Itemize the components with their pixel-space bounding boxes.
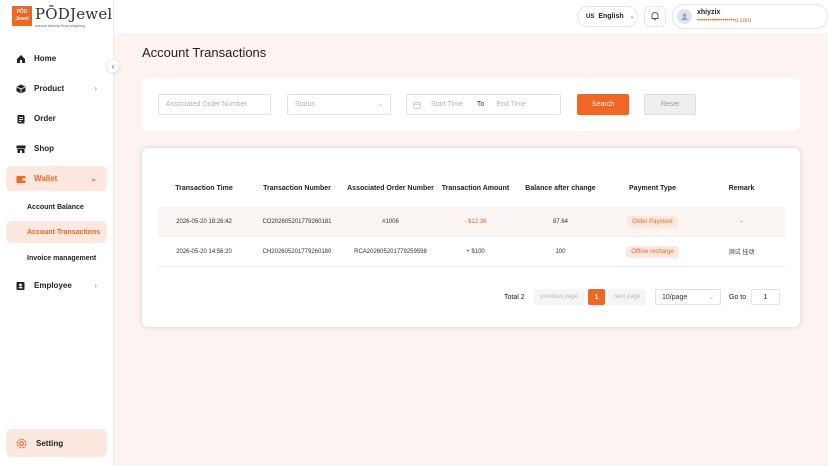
table-row[interactable]: 2026-05-20 14:56:20 CH202605201779260180… — [158, 237, 785, 267]
select-placeholder: Status — [295, 101, 315, 108]
cell-balance: 87.64 — [552, 218, 568, 225]
column-header: Balance after change — [525, 185, 596, 192]
filter-panel: Associated Order Number Status ⌄ Start T… — [142, 78, 800, 131]
date-range-picker[interactable]: Start Time To End Time — [406, 94, 561, 115]
pagination-total: Total 2 — [504, 293, 525, 301]
order-number-input[interactable]: Associated Order Number — [158, 94, 271, 115]
sidebar-item-label: Shop — [34, 144, 54, 153]
status-select[interactable]: Status ⌄ — [287, 94, 391, 115]
top-header: US English ⌄ xhiyzix ••••••••••••••••••o… — [114, 0, 828, 33]
column-header: Transaction Time — [175, 185, 233, 192]
shop-icon — [16, 144, 26, 154]
clipboard-icon — [16, 114, 26, 124]
language-label: English — [598, 13, 624, 20]
sidebar-item-setting[interactable]: Setting — [6, 429, 107, 457]
chevron-left-icon: ‹ — [111, 61, 115, 71]
collapse-sidebar-button[interactable]: ‹ — [106, 59, 120, 73]
sidebar-item-shop[interactable]: Shop — [6, 136, 107, 161]
sidebar-item-wallet[interactable]: Wallet ⌄ — [6, 166, 107, 191]
cell-amount: + $100 — [466, 248, 485, 255]
cell-amount: - $12.36 — [464, 218, 487, 225]
column-header: Payment Type — [629, 185, 676, 192]
user-menu[interactable]: xhiyzix ••••••••••••••••••o.com — [672, 4, 828, 29]
sidebar-item-label: Home — [34, 54, 57, 63]
date-range-separator: To — [476, 101, 485, 108]
cube-icon — [16, 84, 26, 94]
column-header: Remark — [728, 185, 755, 192]
table-header: Transaction Time Transaction Number Asso… — [158, 172, 785, 206]
start-time-placeholder[interactable]: Start Time — [431, 101, 463, 108]
chevron-down-icon: ⌄ — [90, 174, 97, 183]
sidebar-item-employee[interactable]: Employee › — [6, 273, 107, 298]
search-button[interactable]: Search — [577, 94, 629, 115]
goto-label: Go to — [729, 293, 747, 301]
cell-number: CO202605201779260181 — [262, 218, 332, 225]
sidebar-subitem-account-balance[interactable]: Account Balance — [6, 196, 107, 218]
brand-name: PŌDJewel — [35, 5, 113, 23]
chevron-right-icon: › — [94, 281, 97, 290]
page-size-value: 10/page — [662, 293, 688, 301]
gear-icon — [15, 437, 28, 450]
home-icon — [16, 54, 26, 64]
chevron-down-icon: ⌄ — [629, 14, 635, 20]
transactions-table: Transaction Time Transaction Number Asso… — [142, 148, 800, 327]
page-number-button[interactable]: 1 — [588, 289, 605, 305]
reset-button[interactable]: Reset — [644, 94, 696, 115]
goto-page-input[interactable]: 1 — [751, 289, 780, 305]
language-code: US — [586, 13, 595, 20]
payment-type-badge: Offline recharge — [626, 245, 679, 258]
payment-type-badge: Order Payment — [627, 215, 678, 228]
cell-balance: 100 — [555, 248, 566, 255]
cell-remark: 测试 挂动 — [728, 250, 755, 256]
chevron-down-icon: ⌄ — [708, 294, 714, 301]
notifications-button[interactable] — [644, 6, 666, 27]
cell-time: 2026-05-20 18:26:42 — [176, 218, 232, 225]
table-row[interactable]: 2026-05-20 18:26:42 CO202605201779260181… — [158, 207, 785, 237]
next-page-button[interactable]: next page — [608, 289, 646, 305]
cell-order: RCA202605201779259598 — [354, 248, 427, 255]
employee-icon — [16, 281, 26, 291]
previous-page-button[interactable]: previous page — [534, 289, 584, 305]
sidebar-item-order[interactable]: Order — [6, 106, 107, 131]
sidebar-item-label: Employee — [34, 281, 72, 290]
bell-icon — [650, 8, 660, 26]
input-placeholder: Associated Order Number — [166, 101, 247, 108]
sidebar-item-label: Order — [34, 114, 56, 123]
logo-mark: PŌD Jewel — [12, 6, 32, 26]
cell-time: 2026-05-20 14:56:20 — [176, 248, 232, 255]
avatar — [677, 9, 692, 24]
user-name: xhiyzix — [697, 8, 721, 16]
sidebar-subitem-label: Account Transactions — [27, 228, 101, 236]
calendar-icon — [413, 101, 421, 109]
sidebar-subitem-invoice-management[interactable]: Invoice management — [6, 247, 107, 269]
cell-remark: - — [740, 218, 743, 225]
sidebar-item-label: Wallet — [34, 174, 58, 183]
page-title: Account Transactions — [142, 45, 267, 60]
language-selector[interactable]: US English ⌄ — [577, 6, 638, 27]
column-header: Transaction Number — [263, 185, 331, 192]
sidebar-subitem-label: Invoice management — [27, 254, 97, 262]
sidebar-subitem-account-transactions[interactable]: Account Transactions — [6, 221, 107, 243]
chevron-right-icon: › — [94, 84, 97, 93]
column-header: Associated Order Number — [347, 185, 434, 192]
sidebar-item-home[interactable]: Home — [6, 46, 107, 71]
page-size-select[interactable]: 10/page ⌄ — [655, 289, 721, 305]
brand-tagline: source factory final shipping — [35, 23, 85, 28]
column-header: Transaction Amount — [441, 185, 510, 192]
cell-number: CH202605201779260180 — [262, 248, 332, 255]
sidebar-item-product[interactable]: Product › — [6, 76, 107, 101]
sidebar-subitem-label: Account Balance — [27, 203, 84, 211]
end-time-placeholder[interactable]: End Time — [496, 101, 526, 108]
cell-order: #1006 — [382, 218, 399, 225]
chevron-down-icon: ⌄ — [377, 102, 383, 108]
sidebar-item-label: Setting — [36, 438, 64, 448]
user-email: ••••••••••••••••••o.com — [697, 17, 752, 24]
sidebar-item-label: Product — [34, 84, 65, 93]
wallet-icon — [16, 174, 26, 184]
brand-logo[interactable]: PŌD Jewel PŌDJewel source factory final s… — [12, 6, 112, 28]
sidebar: PŌD Jewel PŌDJewel source factory final s… — [0, 0, 114, 466]
